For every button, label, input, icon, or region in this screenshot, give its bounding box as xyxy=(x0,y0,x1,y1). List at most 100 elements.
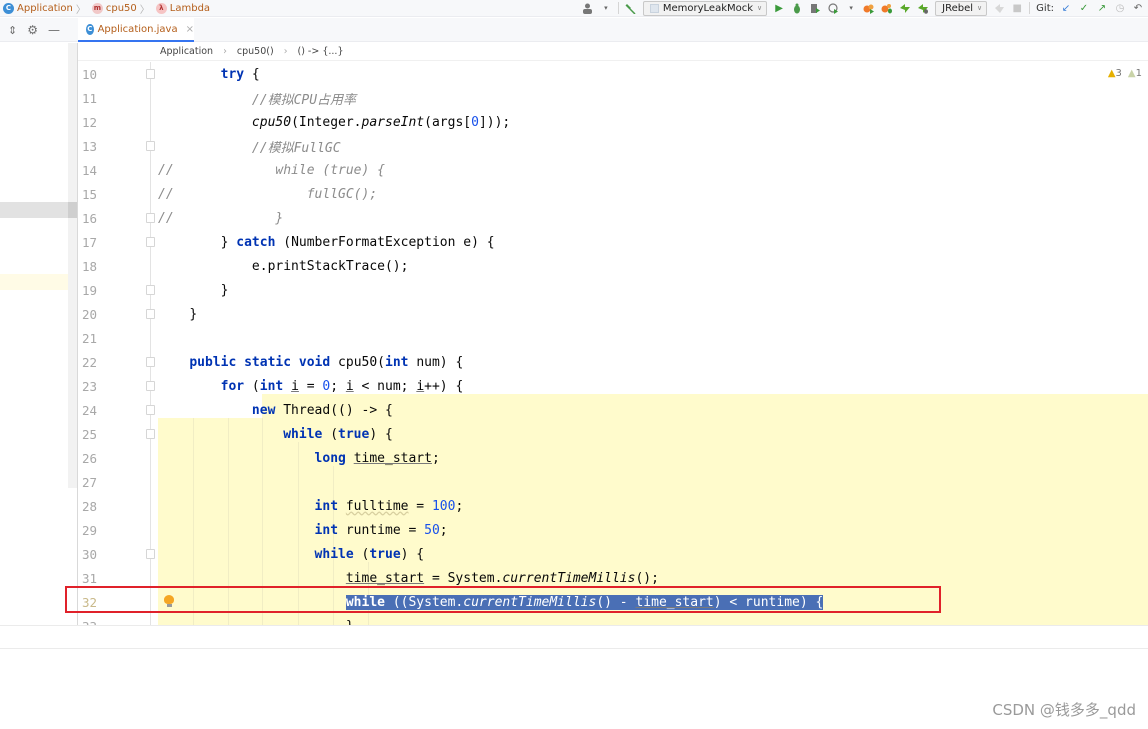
line-number[interactable]: 15 xyxy=(82,187,112,202)
line-number[interactable]: 29 xyxy=(82,523,112,538)
fold-marker-icon[interactable] xyxy=(146,237,155,247)
code-text: while (true) { xyxy=(283,426,393,442)
line-number[interactable]: 22 xyxy=(82,355,112,370)
line-number[interactable]: 14 xyxy=(82,163,112,178)
fold-marker-icon[interactable] xyxy=(146,309,155,319)
line-number[interactable]: 28 xyxy=(82,499,112,514)
fold-marker-icon[interactable] xyxy=(146,141,155,151)
breadcrumb-item[interactable]: () -> {...} xyxy=(298,46,344,57)
fold-marker-icon[interactable] xyxy=(146,213,155,223)
jrebel-select[interactable]: JRebel ∨ xyxy=(935,0,988,16)
fold-marker-icon[interactable] xyxy=(146,285,155,295)
chevron-right-icon: › xyxy=(223,46,227,57)
project-pane[interactable] xyxy=(0,43,68,625)
code-text: // while (true) { xyxy=(158,162,385,178)
line-number[interactable]: 27 xyxy=(82,475,112,490)
git-push-icon[interactable]: ↗ xyxy=(1096,2,1108,14)
code-text: } catch (NumberFormatException e) { xyxy=(220,234,495,250)
build-hammer-icon[interactable] xyxy=(625,2,637,14)
minimize-icon[interactable]: — xyxy=(48,23,60,37)
profile-icon[interactable] xyxy=(827,2,839,14)
git-rollback-icon[interactable]: ↶ xyxy=(1132,2,1144,14)
chevron-down-icon[interactable]: ▾ xyxy=(600,2,612,14)
code-line: 33 } xyxy=(78,614,1148,626)
divider xyxy=(1029,2,1031,14)
divider xyxy=(617,2,619,14)
line-number[interactable]: 12 xyxy=(82,115,112,130)
run-icon[interactable]: ▶ xyxy=(773,2,785,14)
nav-crumb-lambda[interactable]: λ Lambda xyxy=(153,2,210,14)
code-text: try { xyxy=(220,66,260,82)
line-number[interactable]: 23 xyxy=(82,379,112,394)
code-text: time_start = System.currentTimeMillis(); xyxy=(345,570,659,586)
watermark: CSDN @钱多多_qdd xyxy=(992,701,1136,719)
project-tree-selected-row[interactable] xyxy=(0,202,77,218)
line-number[interactable]: 19 xyxy=(82,283,112,298)
tab-label: Application.java xyxy=(97,23,178,35)
user-icon[interactable] xyxy=(582,2,594,14)
fold-marker-icon[interactable] xyxy=(146,405,155,415)
nav-crumb-label: cpu50 xyxy=(105,2,137,14)
chevron-down-icon: ∨ xyxy=(977,4,983,12)
fold-marker-icon[interactable] xyxy=(146,381,155,391)
git-label: Git: xyxy=(1036,2,1054,14)
stop-icon[interactable]: ■ xyxy=(1011,2,1023,14)
code-line-current: 32 while ((System.currentTimeMillis() - … xyxy=(78,590,1148,614)
gear-icon[interactable]: ⚙ xyxy=(27,23,38,37)
jrebel-agent-debug-icon[interactable] xyxy=(917,2,929,14)
editor-tab-row: ⇕ ⚙ — C Application.java × xyxy=(0,18,1148,42)
line-number[interactable]: 31 xyxy=(82,571,112,586)
scrollbar-thumb[interactable] xyxy=(68,202,77,218)
code-line: 19 } xyxy=(78,278,1148,302)
line-number[interactable]: 32 xyxy=(82,595,112,610)
line-number[interactable]: 18 xyxy=(82,259,112,274)
breadcrumb-item[interactable]: cpu50() xyxy=(237,46,274,57)
close-icon[interactable]: × xyxy=(186,24,194,35)
selected-text[interactable]: while ((System.currentTimeMillis() - tim… xyxy=(345,594,824,610)
line-number[interactable]: 21 xyxy=(82,331,112,346)
run-configuration-select[interactable]: MemoryLeakMock ∨ xyxy=(642,0,768,16)
jrebel-debug-icon[interactable] xyxy=(881,2,893,14)
attach-debugger-icon[interactable] xyxy=(993,2,1005,14)
git-commit-icon[interactable]: ✓ xyxy=(1078,2,1090,14)
code-text: long time_start; xyxy=(314,450,440,466)
line-number[interactable]: 16 xyxy=(82,211,112,226)
code-line: 27 xyxy=(78,470,1148,494)
coverage-icon[interactable] xyxy=(809,2,821,14)
line-number[interactable]: 11 xyxy=(82,91,112,106)
fold-marker-icon[interactable] xyxy=(146,549,155,559)
line-number[interactable]: 24 xyxy=(82,403,112,418)
breadcrumb-item[interactable]: Application xyxy=(160,46,213,57)
line-number[interactable]: 10 xyxy=(82,67,112,82)
fold-marker-icon[interactable] xyxy=(146,429,155,439)
code-line: 13 //模拟FullGC xyxy=(78,134,1148,158)
debug-icon[interactable] xyxy=(791,2,803,14)
code-text: while (true) { xyxy=(314,546,425,562)
project-tree-highlight-row xyxy=(0,274,77,290)
jrebel-agent-icon[interactable] xyxy=(899,2,911,14)
chevron-down-icon[interactable]: ▾ xyxy=(845,2,857,14)
line-number[interactable]: 25 xyxy=(82,427,112,442)
git-history-icon[interactable]: ◷ xyxy=(1114,2,1126,14)
code-line: 24 new Thread(() -> { xyxy=(78,398,1148,422)
fold-marker-icon[interactable] xyxy=(146,357,155,367)
line-number[interactable]: 30 xyxy=(82,547,112,562)
code-line: 25 while (true) { xyxy=(78,422,1148,446)
fold-marker-icon[interactable] xyxy=(146,69,155,79)
nav-crumb-class[interactable]: C Application xyxy=(0,2,73,14)
tab-application-java[interactable]: C Application.java × xyxy=(78,18,194,42)
code-text: cpu50(Integer.parseInt(args[0])); xyxy=(251,114,511,130)
line-number[interactable]: 13 xyxy=(82,139,112,154)
code-editor[interactable]: 10 try { 11 //模拟CPU占用率 12 cpu50(Integer.… xyxy=(78,62,1148,625)
jrebel-run-icon[interactable] xyxy=(863,2,875,14)
git-update-icon[interactable]: ↙ xyxy=(1060,2,1072,14)
line-number[interactable]: 20 xyxy=(82,307,112,322)
nav-crumb-method[interactable]: m cpu50 xyxy=(89,2,137,14)
collapse-all-icon[interactable]: ⇕ xyxy=(8,24,17,37)
config-icon xyxy=(649,3,659,13)
editor-breadcrumb: Application › cpu50() › () -> {...} xyxy=(78,43,1148,61)
project-pane-scrollbar[interactable] xyxy=(68,43,77,488)
line-number[interactable]: 17 xyxy=(82,235,112,250)
line-number[interactable]: 26 xyxy=(82,451,112,466)
code-line: 16 // } xyxy=(78,206,1148,230)
